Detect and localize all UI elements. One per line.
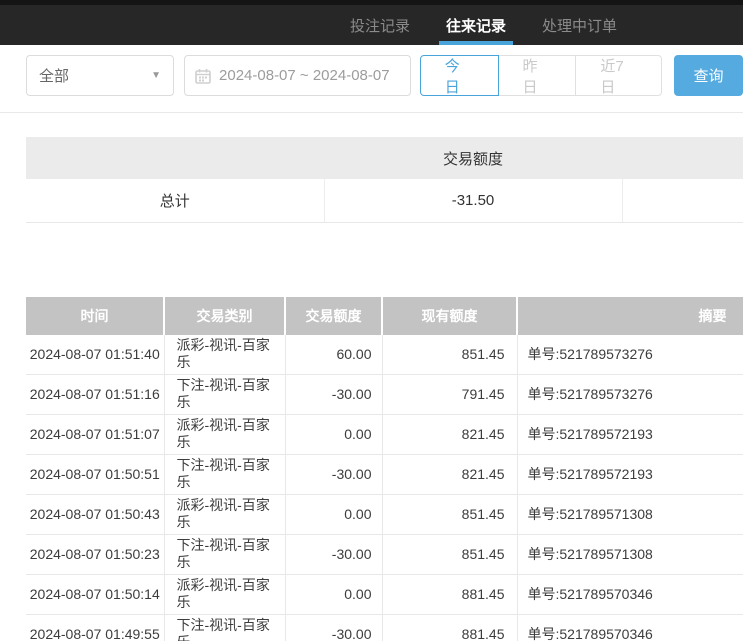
cell-time: 2024-08-07 01:51:40 (26, 335, 164, 375)
cell-type: 下注-视讯-百家乐 (164, 614, 285, 641)
cell-summary: 单号:521789570346 (517, 574, 743, 614)
date-range-input[interactable]: 2024-08-07 ~ 2024-08-07 (184, 55, 411, 96)
cell-type: 派彩-视讯-百家乐 (164, 335, 285, 375)
header-time: 时间 (26, 297, 164, 335)
summary-header-extra (622, 137, 743, 179)
cell-summary: 单号:521789571308 (517, 534, 743, 574)
header-summary: 摘要 (517, 297, 743, 335)
date-range-value: 2024-08-07 ~ 2024-08-07 (219, 67, 390, 84)
tab-processing-orders[interactable]: 处理中订单 (540, 5, 619, 45)
cell-balance: 851.45 (382, 534, 517, 574)
cell-balance: 851.45 (382, 335, 517, 375)
table-row: 2024-08-07 01:51:16 下注-视讯-百家乐 -30.00 791… (26, 374, 743, 414)
cell-time: 2024-08-07 01:50:43 (26, 494, 164, 534)
summary-total-row: 总计 -31.50 (26, 179, 743, 222)
header-balance: 现有额度 (382, 297, 517, 335)
table-row: 2024-08-07 01:50:23 下注-视讯-百家乐 -30.00 851… (26, 534, 743, 574)
table-row: 2024-08-07 01:51:40 派彩-视讯-百家乐 60.00 851.… (26, 335, 743, 375)
filter-divider (0, 112, 743, 113)
search-button[interactable]: 查询 (674, 55, 743, 96)
record-tabs: 投注记录 往来记录 处理中订单 (348, 5, 619, 45)
table-row: 2024-08-07 01:50:14 派彩-视讯-百家乐 0.00 881.4… (26, 574, 743, 614)
chevron-down-icon: ▼ (151, 70, 161, 81)
header-type: 交易类别 (164, 297, 285, 335)
cell-type: 派彩-视讯-百家乐 (164, 414, 285, 454)
quick-date-buttons: 今日 昨日 近7日 (420, 55, 662, 96)
tab-betting-records[interactable]: 投注记录 (348, 5, 412, 45)
tab-transaction-records[interactable]: 往来记录 (444, 5, 508, 45)
cell-time: 2024-08-07 01:51:16 (26, 374, 164, 414)
table-row: 2024-08-07 01:50:43 派彩-视讯-百家乐 0.00 851.4… (26, 494, 743, 534)
today-button[interactable]: 今日 (420, 55, 499, 96)
cell-balance: 851.45 (382, 494, 517, 534)
last-7-days-button[interactable]: 近7日 (576, 55, 662, 96)
summary-header-amount: 交易额度 (324, 137, 622, 179)
cell-summary: 单号:521789570346 (517, 614, 743, 641)
cell-amount: -30.00 (285, 614, 382, 641)
cell-type: 下注-视讯-百家乐 (164, 534, 285, 574)
category-select[interactable]: 全部 ▼ (26, 55, 174, 96)
summary-total-label: 总计 (26, 179, 324, 222)
table-row: 2024-08-07 01:49:55 下注-视讯-百家乐 -30.00 881… (26, 614, 743, 641)
summary-total-amount: -31.50 (324, 179, 622, 222)
transactions-table: 时间 交易类别 交易额度 现有额度 摘要 2024-08-07 01:51:40… (26, 297, 743, 641)
cell-time: 2024-08-07 01:50:51 (26, 454, 164, 494)
filter-toolbar: 全部 ▼ 2024-08-07 ~ 2024-08-07 今日 昨日 近7日 查… (26, 55, 743, 96)
cell-time: 2024-08-07 01:49:55 (26, 614, 164, 641)
cell-time: 2024-08-07 01:50:23 (26, 534, 164, 574)
yesterday-button[interactable]: 昨日 (499, 55, 577, 96)
cell-summary: 单号:521789572193 (517, 414, 743, 454)
cell-type: 下注-视讯-百家乐 (164, 374, 285, 414)
cell-time: 2024-08-07 01:50:14 (26, 574, 164, 614)
summary-header-blank (26, 137, 324, 179)
table-row: 2024-08-07 01:51:07 派彩-视讯-百家乐 0.00 821.4… (26, 414, 743, 454)
transactions-body: 2024-08-07 01:51:40 派彩-视讯-百家乐 60.00 851.… (26, 335, 743, 641)
cell-amount: 0.00 (285, 414, 382, 454)
calendar-icon (195, 68, 211, 84)
summary-header-row: 交易额度 (26, 137, 743, 179)
cell-type: 派彩-视讯-百家乐 (164, 574, 285, 614)
header-amount: 交易额度 (285, 297, 382, 335)
cell-balance: 881.45 (382, 574, 517, 614)
summary-table: 交易额度 总计 -31.50 (26, 137, 743, 223)
cell-time: 2024-08-07 01:51:07 (26, 414, 164, 454)
cell-amount: -30.00 (285, 454, 382, 494)
cell-balance: 791.45 (382, 374, 517, 414)
table-row: 2024-08-07 01:50:51 下注-视讯-百家乐 -30.00 821… (26, 454, 743, 494)
cell-type: 派彩-视讯-百家乐 (164, 494, 285, 534)
cell-summary: 单号:521789573276 (517, 335, 743, 375)
category-select-value: 全部 (39, 65, 69, 86)
cell-balance: 821.45 (382, 454, 517, 494)
summary-total-extra (622, 179, 743, 222)
cell-summary: 单号:521789573276 (517, 374, 743, 414)
top-navigation-bar: 投注记录 往来记录 处理中订单 (0, 0, 743, 45)
cell-summary: 单号:521789571308 (517, 494, 743, 534)
cell-amount: -30.00 (285, 534, 382, 574)
cell-balance: 821.45 (382, 414, 517, 454)
cell-summary: 单号:521789572193 (517, 454, 743, 494)
cell-type: 下注-视讯-百家乐 (164, 454, 285, 494)
cell-amount: -30.00 (285, 374, 382, 414)
cell-amount: 60.00 (285, 335, 382, 375)
cell-balance: 881.45 (382, 614, 517, 641)
cell-amount: 0.00 (285, 574, 382, 614)
transactions-header-row: 时间 交易类别 交易额度 现有额度 摘要 (26, 297, 743, 335)
cell-amount: 0.00 (285, 494, 382, 534)
